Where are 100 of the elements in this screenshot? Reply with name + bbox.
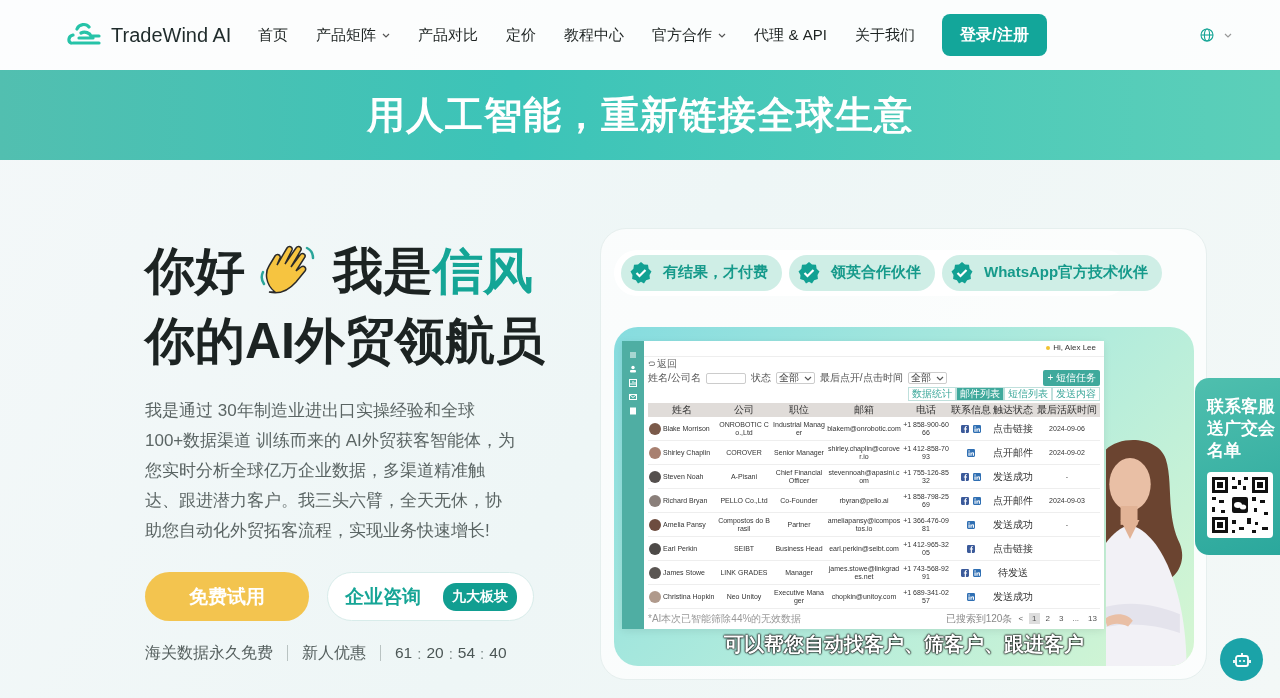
user-greeting: Hi, Alex Lee bbox=[1053, 343, 1096, 353]
column-header: 最后活跃时间 bbox=[1034, 402, 1100, 417]
facebook-icon[interactable] bbox=[967, 544, 975, 553]
countdown-value: 20 bbox=[426, 644, 444, 662]
nav-link[interactable]: 官方合作 bbox=[652, 25, 727, 45]
facebook-icon[interactable] bbox=[961, 424, 969, 433]
globe-icon bbox=[1200, 28, 1214, 42]
mail-icon[interactable] bbox=[629, 392, 637, 401]
table-cell: 点击链接 bbox=[992, 416, 1034, 441]
linkedin-icon[interactable] bbox=[973, 424, 981, 433]
nav-link[interactable]: 首页 bbox=[258, 25, 289, 45]
prev-page-button[interactable]: < bbox=[1015, 613, 1027, 625]
table-cell: 发送成功 bbox=[992, 584, 1034, 609]
linkedin-icon[interactable] bbox=[973, 472, 981, 481]
linkedin-icon[interactable] bbox=[967, 448, 975, 457]
filter-label: 最后点开/点击时间 bbox=[819, 372, 903, 385]
perk-text: 新人优惠 bbox=[302, 645, 381, 661]
avatar-icon bbox=[649, 590, 661, 603]
facebook-icon[interactable] bbox=[961, 496, 969, 505]
result-count: 已搜索到120条 bbox=[945, 612, 1013, 625]
language-button[interactable] bbox=[1200, 28, 1232, 42]
filter-label: 姓名/公司名 bbox=[648, 372, 701, 385]
back-link[interactable]: 返回 bbox=[657, 357, 677, 370]
table-cell: 点开邮件 bbox=[992, 488, 1034, 513]
table-cell: 待发送 bbox=[992, 560, 1034, 585]
countdown-separator: : bbox=[480, 644, 485, 662]
qr-code-icon bbox=[1207, 472, 1273, 538]
table-cell: 点开邮件 bbox=[992, 440, 1034, 465]
linkedin-icon[interactable] bbox=[967, 592, 975, 601]
chevron-down-icon bbox=[1224, 32, 1232, 38]
chevron-down-icon bbox=[718, 32, 727, 38]
page-button[interactable]: 13 bbox=[1085, 613, 1100, 625]
nav-link[interactable]: 产品矩阵 bbox=[316, 25, 391, 45]
filter-label: 状态 bbox=[750, 372, 771, 385]
column-header: 电话 bbox=[902, 402, 950, 417]
chevron-down-icon bbox=[382, 32, 391, 38]
page-button[interactable]: 2 bbox=[1042, 613, 1053, 625]
badge-label: WhatsApp官方技术伙伴 bbox=[984, 263, 1149, 283]
status-dot-icon bbox=[1046, 346, 1051, 351]
nav-link[interactable]: 定价 bbox=[506, 25, 537, 45]
nav-link[interactable]: 教程中心 bbox=[564, 25, 625, 45]
linkedin-icon[interactable] bbox=[973, 568, 981, 577]
check-badge-icon bbox=[950, 260, 974, 285]
document-icon[interactable] bbox=[629, 406, 637, 415]
user-icon[interactable] bbox=[629, 364, 637, 373]
hero-subtitle: 你的AI外贸领航员 bbox=[145, 311, 545, 371]
nav-link[interactable]: 关于我们 bbox=[854, 25, 915, 45]
linkedin-icon[interactable] bbox=[967, 520, 975, 529]
badge-label: 有结果，才付费 bbox=[663, 263, 768, 283]
column-header: 职位 bbox=[772, 402, 826, 417]
hero-title: 信风 bbox=[433, 241, 533, 301]
column-header: 邮箱 bbox=[826, 402, 902, 417]
chart-icon[interactable] bbox=[629, 378, 637, 387]
filter-select[interactable]: 全部 bbox=[775, 372, 815, 385]
countdown-value: 40 bbox=[489, 644, 507, 662]
chevron-down-icon bbox=[935, 375, 944, 381]
avatar-icon bbox=[649, 422, 661, 435]
linkedin-icon[interactable] bbox=[973, 496, 981, 505]
avatar-icon bbox=[649, 542, 661, 555]
hero-description: 我是通过 30年制造业进出口实操经验和全球 100+数据渠道 训练而来的 AI外贸获客智能体，为您实时分析全球亿万企业数据，多渠道精准触达、跟进潜力客户。我三头六臂，全天无休，协助您自动化外贸拓客流程，实现业务快速增长! bbox=[145, 400, 516, 542]
avatar-icon bbox=[649, 518, 661, 531]
badge-label: 领英合作伙伴 bbox=[831, 263, 921, 283]
table-cell: 发送成功 bbox=[992, 464, 1034, 489]
check-badge-icon bbox=[797, 260, 821, 285]
contact-text: 联系客服送广交会名单 bbox=[1207, 396, 1276, 462]
avatar-icon bbox=[649, 566, 661, 579]
column-header: 公司 bbox=[716, 402, 772, 417]
modules-badge: 九大板块 bbox=[442, 582, 517, 611]
avatar-icon bbox=[649, 446, 661, 459]
banner-title: 用人工智能，重新链接全球生意 bbox=[367, 92, 913, 138]
video-caption: 可以帮您自动找客户、筛客户、跟进客户 bbox=[723, 632, 1085, 657]
countdown-value: 54 bbox=[457, 644, 476, 662]
avatar-icon bbox=[649, 470, 661, 483]
back-icon[interactable] bbox=[648, 360, 655, 367]
countdown-separator: : bbox=[417, 644, 422, 662]
facebook-icon[interactable] bbox=[961, 568, 969, 577]
logo-text[interactable]: TradeWind AI bbox=[111, 23, 232, 47]
filter-select[interactable]: 全部 bbox=[907, 372, 947, 385]
chat-bot-button[interactable] bbox=[1220, 638, 1263, 681]
column-header: 姓名 bbox=[648, 402, 716, 417]
nav-link[interactable]: 产品对比 bbox=[418, 25, 479, 45]
table-cell: 发送成功 bbox=[992, 512, 1034, 537]
perk-text: 海关数据永久免费 bbox=[145, 645, 288, 661]
column-header: 触达状态 bbox=[992, 402, 1034, 417]
page-button[interactable]: 1 bbox=[1029, 613, 1040, 625]
countdown-value: 61 bbox=[395, 644, 413, 662]
nav-link[interactable]: 代理 & API bbox=[754, 25, 827, 45]
page-button[interactable]: ... bbox=[1069, 613, 1083, 625]
page-button[interactable]: 3 bbox=[1055, 613, 1067, 625]
chevron-down-icon bbox=[803, 375, 812, 381]
table-cell: 点击链接 bbox=[992, 536, 1034, 561]
hero-title: 你好 bbox=[145, 241, 245, 301]
column-header: 联系信息 bbox=[950, 402, 992, 417]
facebook-icon[interactable] bbox=[961, 472, 969, 481]
filter-note: *AI本次已智能筛除44%的无效数据 bbox=[648, 612, 802, 625]
search-field[interactable] bbox=[705, 372, 746, 384]
countdown-separator: : bbox=[448, 644, 453, 662]
avatar-icon bbox=[649, 494, 661, 507]
hero-title: 我是 bbox=[333, 241, 433, 301]
check-badge-icon bbox=[629, 260, 653, 285]
